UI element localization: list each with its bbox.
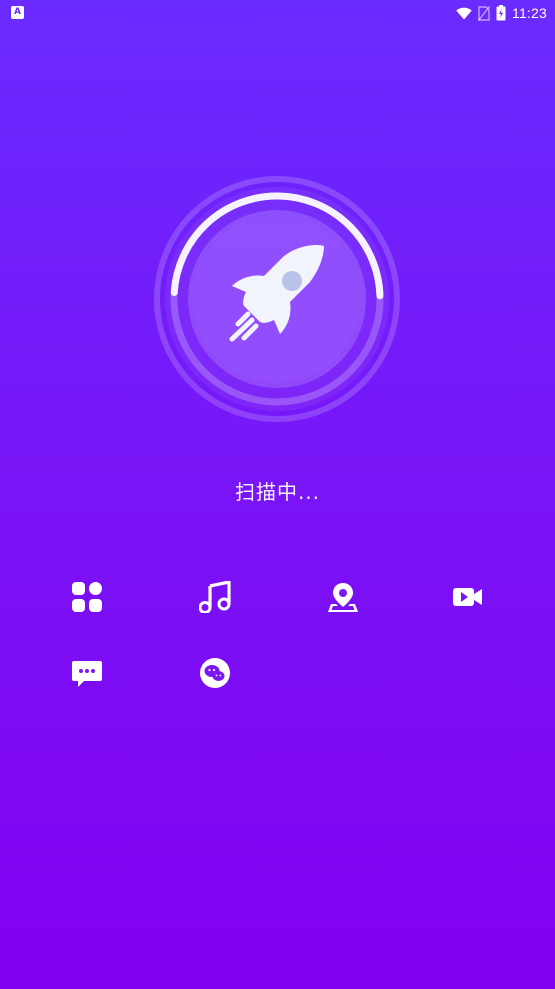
category-messages-button[interactable] — [65, 651, 109, 695]
category-location-button[interactable] — [321, 575, 365, 619]
category-wechat-button[interactable] — [193, 651, 237, 695]
rocket-icon — [229, 245, 324, 342]
map-pin-icon — [328, 583, 358, 612]
wifi-icon — [456, 7, 472, 19]
accessibility-icon: A — [11, 6, 24, 19]
status-time: 11:23 — [512, 5, 547, 21]
status-bar: A 11:23 — [0, 0, 555, 26]
wechat-icon — [200, 658, 230, 688]
scan-progress-ring — [152, 174, 402, 424]
category-music-button[interactable] — [193, 575, 237, 619]
video-camera-icon — [453, 588, 482, 606]
status-icons: 11:23 — [456, 3, 547, 23]
battery-icon — [496, 5, 506, 21]
scan-status-text: 扫描中... — [234, 480, 321, 504]
apps-grid-icon — [72, 582, 102, 612]
category-video-button[interactable] — [446, 575, 490, 619]
chat-bubble-icon — [72, 661, 102, 687]
music-note-icon — [199, 581, 231, 613]
sim-blocked-icon — [478, 5, 490, 21]
category-apps-button[interactable] — [65, 575, 109, 619]
